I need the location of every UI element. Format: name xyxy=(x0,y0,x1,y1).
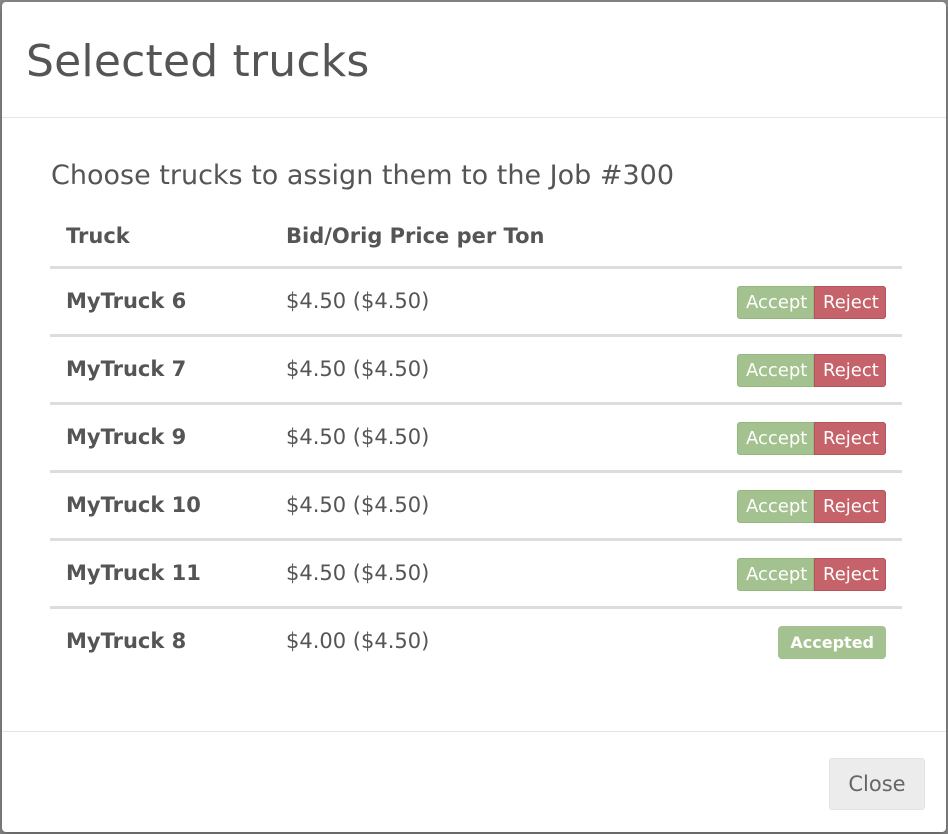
selected-trucks-modal: Selected trucks Choose trucks to assign … xyxy=(2,2,946,832)
accept-button[interactable]: Accept xyxy=(737,558,814,591)
row-actions: Accept Reject xyxy=(737,286,886,319)
table-header: Truck Bid/Orig Price per Ton xyxy=(50,216,902,269)
truck-name: MyTruck 6 xyxy=(66,289,187,313)
table-row: MyTruck 9 $4.50 ($4.50) Accept Reject xyxy=(50,405,902,473)
modal-subtitle: Choose trucks to assign them to the Job … xyxy=(51,160,675,191)
truck-price: $4.50 ($4.50) xyxy=(286,289,430,313)
truck-price: $4.50 ($4.50) xyxy=(286,493,430,517)
column-header-price: Bid/Orig Price per Ton xyxy=(286,224,545,248)
truck-price: $4.00 ($4.50) xyxy=(286,629,430,653)
table-row: MyTruck 8 $4.00 ($4.50) Accepted xyxy=(50,609,902,677)
table-row: MyTruck 11 $4.50 ($4.50) Accept Reject xyxy=(50,541,902,609)
truck-name: MyTruck 10 xyxy=(66,493,201,517)
modal-header: Selected trucks xyxy=(2,2,946,118)
reject-button[interactable]: Reject xyxy=(814,354,886,387)
truck-price: $4.50 ($4.50) xyxy=(286,561,430,585)
table-row: MyTruck 6 $4.50 ($4.50) Accept Reject xyxy=(50,269,902,337)
row-actions: Accept Reject xyxy=(737,422,886,455)
row-actions: Accept Reject xyxy=(737,354,886,387)
modal-body: Choose trucks to assign them to the Job … xyxy=(2,119,946,731)
accept-button[interactable]: Accept xyxy=(737,490,814,523)
close-button[interactable]: Close xyxy=(829,758,925,810)
modal-title: Selected trucks xyxy=(26,36,370,87)
truck-name: MyTruck 8 xyxy=(66,629,187,653)
truck-price: $4.50 ($4.50) xyxy=(286,425,430,449)
row-actions: Accept Reject xyxy=(737,490,886,523)
truck-name: MyTruck 7 xyxy=(66,357,187,381)
modal-footer: Close xyxy=(2,731,946,832)
accept-button[interactable]: Accept xyxy=(737,286,814,319)
truck-name: MyTruck 11 xyxy=(66,561,201,585)
table-row: MyTruck 7 $4.50 ($4.50) Accept Reject xyxy=(50,337,902,405)
accepted-badge: Accepted xyxy=(778,626,886,659)
table-row: MyTruck 10 $4.50 ($4.50) Accept Reject xyxy=(50,473,902,541)
reject-button[interactable]: Reject xyxy=(814,558,886,591)
reject-button[interactable]: Reject xyxy=(814,422,886,455)
truck-price: $4.50 ($4.50) xyxy=(286,357,430,381)
column-header-truck: Truck xyxy=(66,224,130,248)
row-actions: Accept Reject xyxy=(737,558,886,591)
trucks-table: Truck Bid/Orig Price per Ton MyTruck 6 $… xyxy=(50,216,902,677)
accept-button[interactable]: Accept xyxy=(737,422,814,455)
reject-button[interactable]: Reject xyxy=(814,490,886,523)
accept-button[interactable]: Accept xyxy=(737,354,814,387)
reject-button[interactable]: Reject xyxy=(814,286,886,319)
truck-name: MyTruck 9 xyxy=(66,425,187,449)
